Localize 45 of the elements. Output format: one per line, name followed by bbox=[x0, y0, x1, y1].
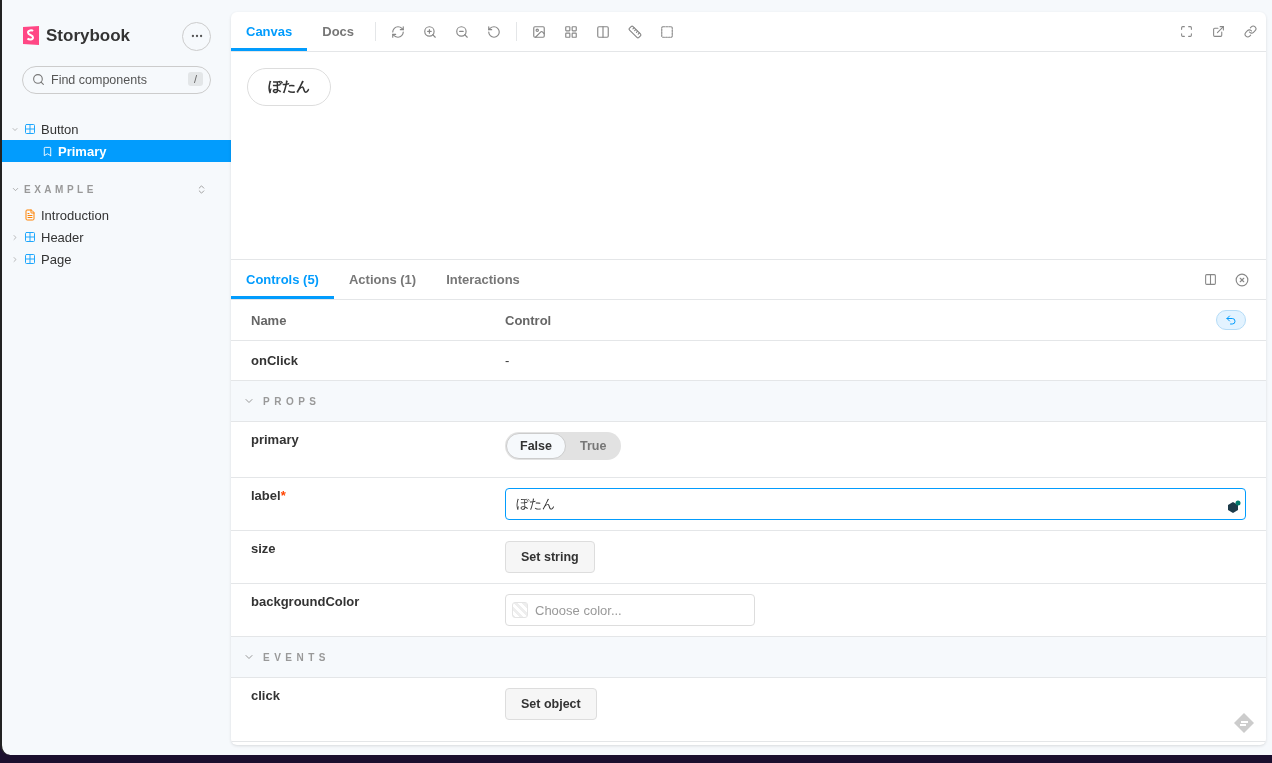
expand-collapse-icon[interactable] bbox=[196, 183, 207, 195]
prop-name: backgroundColor bbox=[251, 594, 360, 609]
caret-icon bbox=[11, 232, 19, 242]
bookmark-icon bbox=[42, 145, 53, 157]
sidebar-item[interactable]: Button bbox=[2, 118, 231, 140]
prop-name: click bbox=[251, 688, 280, 703]
section-label[interactable]: PROPS bbox=[263, 395, 321, 407]
tag-icon bbox=[1232, 711, 1256, 735]
toolbar-tab[interactable]: Docs bbox=[307, 12, 370, 51]
brand-name: Storybook bbox=[46, 26, 131, 46]
grid-icon bbox=[24, 231, 36, 243]
addon-tab[interactable]: Controls (5) bbox=[231, 260, 334, 299]
addon-tab[interactable]: Interactions bbox=[431, 260, 535, 299]
group-label[interactable]: EXAMPLE bbox=[24, 183, 192, 195]
reset-button[interactable] bbox=[1216, 310, 1246, 330]
addon-tab[interactable]: Actions (1) bbox=[333, 260, 432, 299]
caret-icon bbox=[11, 254, 19, 264]
set-button[interactable]: Set string bbox=[505, 541, 595, 573]
toggle-option[interactable]: True bbox=[565, 433, 621, 459]
preview-button[interactable]: ぼたん bbox=[247, 68, 331, 106]
toolbar-tab[interactable]: Canvas bbox=[231, 12, 308, 51]
sidebar-item[interactable]: Primary bbox=[2, 140, 231, 162]
toggle-option[interactable]: False bbox=[506, 433, 566, 459]
required-mark: * bbox=[280, 488, 286, 503]
cube-icon bbox=[1226, 499, 1242, 515]
sidebar-item[interactable]: Header bbox=[2, 226, 231, 248]
storybook-logo bbox=[22, 26, 40, 46]
checker-swatch-icon bbox=[512, 602, 528, 618]
section-label[interactable]: EVENTS bbox=[263, 651, 330, 663]
prop-name: onClick bbox=[251, 353, 298, 368]
undo-icon bbox=[1225, 314, 1237, 326]
control-value: - bbox=[505, 352, 510, 368]
column-header: Control bbox=[505, 312, 553, 328]
prop-name: size bbox=[251, 541, 276, 556]
prop-name: label bbox=[251, 488, 281, 503]
grid-icon bbox=[24, 123, 36, 135]
sidebar-item[interactable]: Page bbox=[2, 248, 231, 270]
grid-icon bbox=[24, 253, 36, 265]
set-button[interactable]: Set object bbox=[505, 688, 597, 720]
sidebar-item[interactable]: Introduction bbox=[2, 204, 231, 226]
text-input-field[interactable]: ぼたん bbox=[505, 488, 1246, 520]
prop-name: primary bbox=[251, 432, 299, 447]
document-icon bbox=[24, 209, 36, 221]
column-header: Name bbox=[250, 312, 288, 328]
color-picker-field[interactable]: Choose color... bbox=[505, 594, 755, 626]
